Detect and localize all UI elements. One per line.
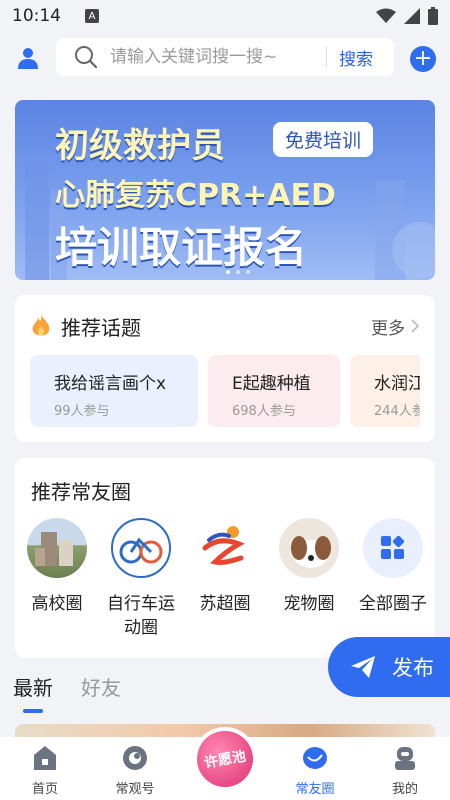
nav-circles[interactable]: 常友圈 [270,737,360,800]
user-profile-icon[interactable] [16,46,40,70]
banner-line-3: 培训取证报名 [55,223,308,272]
nav-label: 常观号 [115,782,155,797]
battery-icon [428,7,438,25]
topics-header: 推荐话题 更多 [31,311,419,341]
banner-line-1: 初级救护员 [55,126,225,166]
topics-more-link[interactable]: 更多 [371,314,419,339]
nav-home[interactable]: 首页 [0,737,90,800]
topics-title: 推荐话题 [61,315,141,340]
nav-label: 我的 [391,782,418,797]
circle-item-cycling[interactable]: 自行车运动圈 [99,518,183,640]
topic-title: E起趣种植 [232,374,311,394]
topic-item[interactable]: 水润江 244人参 [350,355,420,427]
publish-button[interactable]: 发布 [328,637,450,697]
search-input[interactable] [110,47,320,67]
circle-item-campus[interactable]: 高校圈 [15,518,99,640]
campus-building-icon [27,518,87,578]
topic-participants: 698人参与 [232,404,296,419]
publish-label: 发布 [392,656,434,680]
status-bar: 10:14 A [0,0,450,32]
search-row: 搜索 + [0,38,450,78]
recommended-topics-card: 推荐话题 更多 我给谣言画个x 99人参与 E起趣种植 698人参与 水润江 2… [15,295,435,442]
chevron-right-icon [411,319,419,333]
home-icon [34,746,56,770]
grid-apps-icon [363,518,423,578]
wish-pool-button[interactable]: 许愿池 [192,726,258,792]
su-super-league-icon [195,518,255,578]
circle-label: 宠物圈 [283,594,335,614]
status-icons [376,7,438,25]
topic-title: 水润江 [374,374,420,394]
flame-icon [32,314,50,336]
status-time: 10:14 [12,6,61,26]
nav-label: 首页 [31,782,58,797]
topic-item[interactable]: E起趣种植 698人参与 [208,355,340,427]
topic-list: 我给谣言画个x 99人参与 E起趣种植 698人参与 水润江 244人参 [30,355,420,427]
topic-title: 我给谣言画个x [54,374,167,394]
circle-label: 自行车运动圈 [107,594,175,638]
carousel-dot[interactable] [246,270,250,274]
tab-friends[interactable]: 好友 [81,672,121,701]
search-divider [326,47,327,67]
carousel-dot[interactable] [236,270,240,274]
circle-label: 高校圈 [31,594,83,614]
circle-label: 苏超圈 [199,594,251,614]
promo-banner[interactable]: 初级救护员 免费培训 心肺复苏CPR+AED 培训取证报名 [15,100,435,280]
cell-signal-icon [404,8,420,24]
changguan-icon [123,746,147,770]
more-label: 更多 [371,318,405,339]
search-bar: 搜索 [56,38,394,76]
feed-tabs: 最新 好友 [13,672,121,713]
add-plus-icon[interactable]: + [410,46,436,72]
search-icon [75,46,98,69]
circle-item-su-super[interactable]: 苏超圈 [183,518,267,640]
carousel-dots [226,270,250,274]
bicycle-icon [111,518,171,578]
profile-icon [395,747,415,770]
nav-label: 常友圈 [295,782,335,797]
banner-tag: 免费培训 [273,122,374,157]
circles-title: 推荐常友圈 [31,480,131,504]
circle-item-all[interactable]: 全部圈子 [351,518,435,640]
accessibility-a-icon: A [85,9,99,23]
search-button[interactable]: 搜索 [339,45,373,70]
topic-participants: 99人参与 [54,404,110,419]
circle-list: 高校圈 自行车运动圈 苏超圈 宠物圈 全部圈子 [15,518,435,640]
circle-bubble-icon [303,747,327,769]
topic-item[interactable]: 我给谣言画个x 99人参与 [30,355,198,427]
send-paper-plane-icon [351,656,375,678]
tab-latest[interactable]: 最新 [13,672,53,713]
recommended-circles-card: 推荐常友圈 高校圈 自行车运动圈 苏超圈 宠物圈 全部圈子 [15,458,435,658]
circle-label: 全部圈子 [359,594,427,614]
banner-line-2: 心肺复苏CPR+AED [55,178,336,213]
nav-changguan[interactable]: 常观号 [90,737,180,800]
topic-participants: 244人参 [374,404,420,419]
circle-item-pets[interactable]: 宠物圈 [267,518,351,640]
wifi-icon [376,8,396,23]
puppy-icon [279,518,339,578]
carousel-dot[interactable] [226,270,230,274]
nav-profile[interactable]: 我的 [360,737,450,800]
